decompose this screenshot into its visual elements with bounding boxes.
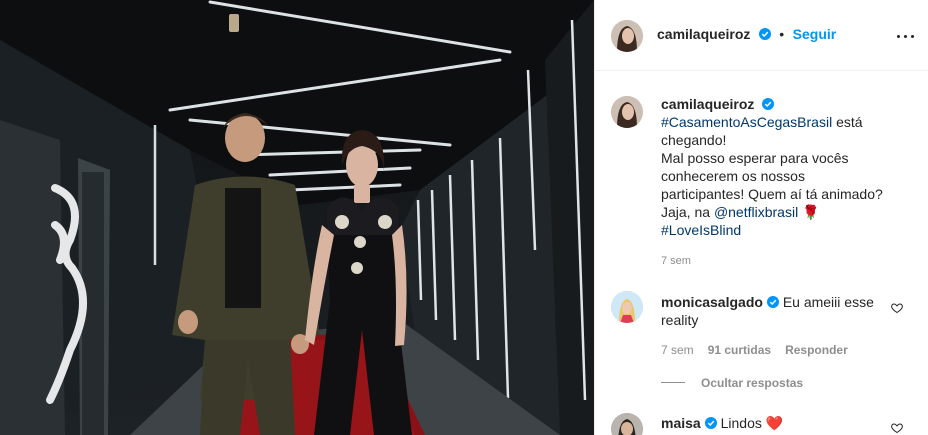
caption-time[interactable]: 7 sem (661, 255, 691, 267)
follow-button[interactable]: Seguir (793, 26, 837, 42)
comment-likes[interactable]: 91 curtidas (708, 343, 771, 357)
comment-meta: 7 sem 91 curtidas Responder (661, 343, 862, 357)
author-avatar[interactable] (611, 20, 643, 52)
comment-time[interactable]: 7 sem (661, 343, 694, 357)
post-photo[interactable] (0, 0, 594, 435)
comment-text: Lindos (720, 415, 762, 431)
caption-text: Mal posso esperar para vocês (661, 150, 849, 166)
comment-username[interactable]: monicasalgado (661, 294, 763, 310)
post-header: camilaqueiroz • Seguir (595, 0, 928, 71)
verified-badge-icon (704, 417, 717, 429)
heart-emoji: ❤️ (765, 415, 784, 431)
caption-text: chegando! (661, 132, 727, 148)
mention-link[interactable]: @netflixbrasil (714, 204, 798, 220)
replies-divider (661, 382, 685, 383)
reply-button[interactable]: Responder (785, 343, 848, 357)
avatar-image (611, 291, 643, 323)
avatar-image (611, 20, 643, 52)
like-heart-icon[interactable] (891, 422, 903, 434)
caption-text: participantes! Quem aí tá animado? (661, 186, 883, 202)
verified-badge-icon (766, 296, 779, 308)
post-caption: camilaqueiroz #CasamentoAsCegasBrasil es… (661, 95, 911, 239)
caption-text: está (832, 114, 863, 130)
caption-avatar[interactable] (611, 96, 643, 128)
more-options-icon[interactable] (897, 27, 915, 45)
caption-author-line: camilaqueiroz (661, 95, 911, 113)
hashtag-link[interactable]: #CasamentoAsCegasBrasil (661, 114, 832, 130)
header-line: camilaqueiroz • Seguir (657, 26, 836, 44)
avatar-image (611, 96, 643, 128)
avatar-image (611, 413, 643, 435)
verified-badge-icon (758, 28, 771, 40)
comment: maisa Lindos ❤️ (661, 414, 783, 432)
comment-text: Eu ameiii esse (782, 294, 874, 310)
photo-illustration (0, 0, 594, 435)
comment-avatar[interactable] (611, 291, 643, 323)
header-separator: • (779, 26, 785, 42)
verified-badge-icon (762, 98, 775, 110)
comment: monicasalgado Eu ameiii esse reality (661, 293, 891, 329)
header-username[interactable]: camilaqueiroz (657, 26, 750, 42)
hide-replies-button[interactable]: Ocultar respostas (701, 376, 803, 390)
post-side-panel: camilaqueiroz • Seguir camilaqueiroz #Ca… (594, 0, 928, 435)
like-heart-icon[interactable] (891, 302, 903, 314)
comment-text-continued: reality (661, 312, 699, 328)
hashtag-link[interactable]: #LoveIsBlind (661, 222, 741, 238)
caption-text: conhecerem os nossos (661, 168, 805, 184)
comment-avatar[interactable] (611, 413, 643, 435)
caption-username[interactable]: camilaqueiroz (661, 96, 754, 112)
rose-emoji: 🌹 (802, 204, 820, 220)
caption-text: Jaja, na (661, 204, 714, 220)
comment-username[interactable]: maisa (661, 415, 701, 431)
